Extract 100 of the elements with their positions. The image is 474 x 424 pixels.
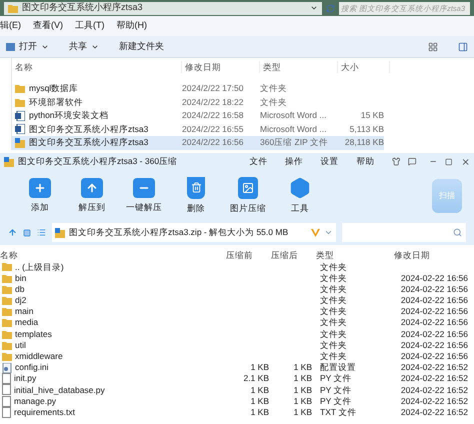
toolbar-button[interactable]: 打开 [6, 40, 49, 54]
message-icon[interactable] [408, 157, 417, 166]
shirt-icon[interactable] [392, 157, 400, 166]
list-view-icon[interactable] [37, 228, 46, 237]
file-row[interactable]: 环境部署软件 2024/2/22 18:22 文件夹 [12, 96, 384, 109]
size-before: 1 KB [250, 406, 270, 419]
file-row[interactable]: python环境安装文档 2024/2/22 16:58 Microsoft Word ... 15 KB [12, 109, 384, 122]
up-icon[interactable] [8, 228, 17, 237]
menu-item[interactable]: 帮助 [356, 155, 388, 168]
file-size: 28,118 KB [344, 136, 384, 150]
toolbar-button[interactable]: 新建文件夹 [119, 40, 164, 54]
modified-date: 2024/2/22 17:50 [182, 82, 244, 96]
file-type: 文件夹 [319, 294, 348, 307]
modified-date: 2024-02-22 16:52 [400, 394, 469, 408]
file-type: 配置设置 [319, 361, 357, 374]
file-name: util [15, 339, 26, 352]
file-name: mysql数据库 [29, 82, 78, 96]
archive-row[interactable]: .. (上级目录) 文件夹 [0, 260, 474, 272]
column-header[interactable]: 压缩前 [226, 248, 271, 262]
file-name: db [15, 282, 24, 296]
file-name: config.ini [15, 361, 49, 374]
address-field[interactable]: 图文印务交互系统小程序ztsa3 [4, 2, 322, 14]
modified-date: 2024-02-22 16:56 [400, 294, 469, 307]
search-icon [453, 228, 462, 237]
file-type: 360压缩 ZIP 文件 [260, 136, 329, 150]
tool-button[interactable]: 图片压缩 [222, 176, 274, 214]
modified-date: 2024-02-22 16:56 [400, 305, 469, 318]
maximize-icon[interactable] [445, 158, 453, 166]
archive-row[interactable]: templates 文件夹 2024-02-22 16:56 [0, 328, 474, 339]
archive-row[interactable]: init.py 2.1 KB 1 KB PY 文件 2024-02-22 16:52 [0, 372, 474, 384]
tool-button[interactable]: 删除 [170, 176, 222, 214]
archive-row[interactable]: requirements.txt 1 KB 1 KB TXT 文件 2024-02-22 16:52 [0, 406, 474, 418]
file-name: init.py [14, 372, 36, 386]
thumbnail-view-icon[interactable] [23, 228, 31, 236]
archive-row[interactable]: util 文件夹 2024-02-22 16:56 [0, 338, 474, 350]
menu-item[interactable]: 设置 [320, 155, 352, 168]
column-header[interactable]: 名称 [12, 60, 182, 74]
modified-date: 2024/2/22 18:22 [182, 96, 244, 109]
modified-date: 2024-02-22 16:56 [400, 272, 469, 284]
window-title: 图文印务交互系统小程序ztsa3 - 360压缩 [18, 155, 178, 168]
modified-date: 2024/2/22 16:56 [182, 136, 244, 150]
path-field[interactable]: 图文印务交互系统小程序ztsa3.zip - 解包大小为 55.0 MB [52, 223, 336, 242]
column-header[interactable]: 压缩后 [271, 248, 316, 262]
file-row[interactable]: 图文印务交互系统小程序ztsa3 2024/2/22 16:55 Microsoft Word ... 5,113 KB [12, 122, 384, 136]
open-icon [6, 42, 15, 50]
modified-date: 2024-02-22 16:52 [400, 384, 469, 396]
column-header[interactable]: 修改日期 [394, 248, 474, 262]
size-after: 1 KB [292, 406, 313, 419]
file-type: 文件夹 [260, 82, 288, 96]
column-header[interactable]: 名称 [0, 248, 226, 262]
file-type: 文件夹 [319, 272, 348, 284]
file-type: Microsoft Word ... [260, 122, 328, 136]
menu-item[interactable]: 工具(T) [75, 19, 104, 33]
column-header[interactable]: 类型 [260, 60, 338, 74]
v-logo-icon [311, 228, 320, 236]
archive-row[interactable]: db 文件夹 2024-02-22 16:56 [0, 282, 474, 294]
column-header[interactable]: 类型 [316, 248, 394, 262]
tool-button[interactable]: 添加 [14, 178, 66, 214]
archive-row[interactable]: media 文件夹 2024-02-22 16:56 [0, 316, 474, 328]
file-name: 图文印务交互系统小程序ztsa3 [29, 122, 148, 136]
close-icon[interactable] [460, 156, 470, 166]
archive-row[interactable]: dj2 文件夹 2024-02-22 16:56 [0, 294, 474, 306]
file-row[interactable]: 图文印务交互系统小程序ztsa3 2024/2/22 16:56 360压缩 ZIP 文件 28,118 KB [12, 136, 384, 150]
archive-row[interactable]: bin 文件夹 2024-02-22 16:56 [0, 272, 474, 283]
path-text: 图文印务交互系统小程序ztsa3.zip - 解包大小为 55.0 MB [69, 226, 288, 239]
tool-button[interactable]: 一键解压 [118, 178, 170, 214]
file-type: TXT 文件 [319, 406, 358, 419]
toolbar-button[interactable]: 共享 [69, 40, 99, 54]
archive-icon [4, 156, 14, 166]
search-field[interactable] [342, 223, 466, 242]
file-name: python环境安装文档 [29, 109, 109, 122]
file-type: 文件夹 [319, 350, 348, 363]
dropdown-icon[interactable] [310, 4, 318, 12]
size-after: 1 KB [292, 384, 313, 396]
view-icon[interactable] [428, 42, 438, 52]
folder-icon [8, 4, 18, 12]
image-icon [238, 176, 258, 199]
menu-item[interactable]: 操作 [285, 155, 317, 168]
file-type: 文件夹 [319, 328, 348, 340]
file-name: main [15, 305, 34, 318]
archive-row[interactable]: config.ini 1 KB 1 KB 配置设置 2024-02-22 16:52 [0, 361, 474, 372]
tool-button[interactable]: 工具 [274, 176, 326, 214]
archive-row[interactable]: main 文件夹 2024-02-22 16:56 [0, 305, 474, 316]
archive-row[interactable]: initial_hive_database.py 1 KB 1 KB PY 文件 2024-02-22 16:52 [0, 384, 474, 395]
menu-item[interactable]: 辑(E) [0, 19, 21, 33]
file-name: bin [15, 272, 26, 284]
file-row[interactable]: mysql数据库 2024/2/22 17:50 文件夹 [12, 82, 384, 96]
menu-item[interactable]: 帮助(H) [116, 19, 147, 33]
tool-button[interactable]: 解压到 [66, 178, 118, 214]
archive-icon [15, 138, 25, 148]
preview-pane-icon[interactable] [458, 42, 468, 52]
column-header[interactable]: 修改日期 [182, 60, 260, 74]
file-name: xmiddleware [15, 350, 63, 363]
modified-date: 2024-02-22 16:56 [400, 282, 469, 296]
column-header[interactable]: 大小 [338, 60, 390, 74]
archive-row[interactable]: xmiddleware 文件夹 2024-02-22 16:56 [0, 350, 474, 362]
menu-item[interactable]: 文件 [249, 155, 282, 168]
menu-item[interactable]: 查看(V) [33, 19, 63, 33]
file-name: requirements.txt [14, 406, 75, 419]
archive-row[interactable]: manage.py 1 KB 1 KB PY 文件 2024-02-22 16:52 [0, 394, 474, 406]
